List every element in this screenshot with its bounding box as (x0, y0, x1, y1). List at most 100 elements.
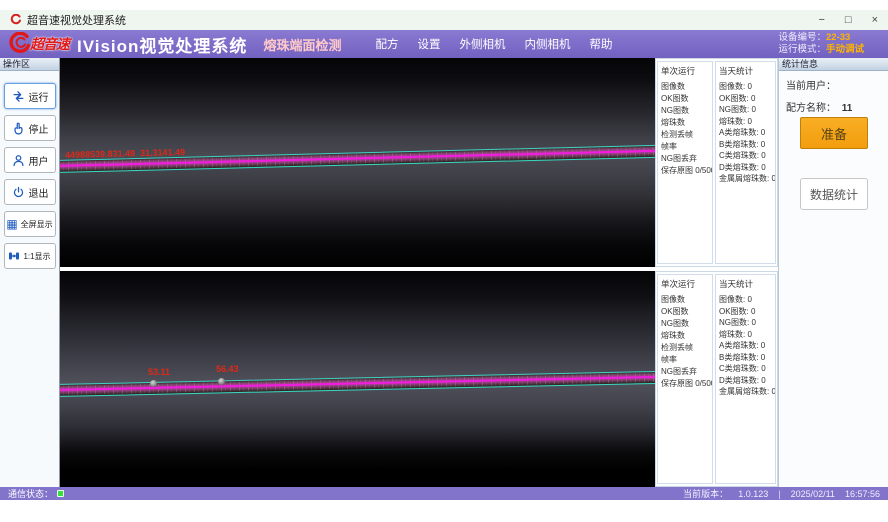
app-window: 超音速视觉处理系统 − □ × 超音速 IVision视觉处理系统 熔珠端面检测… (0, 0, 888, 522)
menu-item[interactable]: 内侧相机 (524, 36, 570, 52)
minimize-button[interactable]: − (818, 10, 824, 30)
stat-row: A类熔珠数: 0 (719, 127, 775, 139)
sidebar-title: 操作区 (0, 58, 59, 71)
single-run-groupbox: 单次运行 图像数OK图数NG图数熔珠数检测丢帧帧率NG图丢弃保存原图 0/500 (657, 61, 713, 264)
run-button[interactable]: 运行 (4, 83, 56, 109)
run-cycle-icon (11, 89, 26, 104)
app-title: IVision视觉处理系统 (77, 32, 247, 57)
brand-swirl-icon (8, 32, 32, 56)
user-button[interactable]: 用户 (4, 147, 56, 173)
groupbox-title: 单次运行 (661, 65, 712, 77)
menu-item[interactable]: 设置 (417, 36, 440, 52)
stat-row: OK图数 (661, 306, 712, 318)
comm-status-led (57, 490, 64, 497)
stat-row: NG图丢弃 (661, 153, 712, 165)
daily-stat-rows: 图像数: 0OK图数: 0NG图数: 0熔珠数: 0A类熔珠数: 0B类熔珠数:… (719, 294, 775, 398)
device-id-label: 设备编号： (778, 32, 826, 45)
stat-row: 熔珠数: 0 (719, 116, 775, 128)
daily-stats-groupbox: 当天统计 图像数: 0OK图数: 0NG图数: 0熔珠数: 0A类熔珠数: 0B… (715, 274, 776, 484)
current-user-label: 当前用户： (786, 81, 836, 92)
single-run-rows: 图像数OK图数NG图数熔珠数检测丢帧帧率NG图丢弃保存原图 0/500 (661, 294, 712, 390)
operation-sidebar: 操作区 运行 停止 (0, 58, 60, 487)
one-to-one-button-label: 1:1显示 (23, 251, 50, 262)
stat-row: OK图数: 0 (719, 93, 775, 105)
stat-row: B类熔珠数: 0 (719, 139, 775, 151)
stat-row: C类熔珠数: 0 (719, 363, 775, 375)
prepare-button[interactable]: 准备 (800, 117, 868, 149)
stats-panel-top: 单次运行 图像数OK图数NG图数熔珠数检测丢帧帧率NG图丢弃保存原图 0/500… (655, 58, 778, 267)
status-separator: | (778, 489, 780, 499)
header-info: 设备编号： 22-33 运行模式： 手动调试 (778, 32, 874, 57)
groupbox-title: 当天统计 (719, 278, 775, 290)
menu-item[interactable]: 帮助 (589, 36, 612, 52)
detected-bead (150, 380, 157, 387)
recipe-name-label: 配方名称： (786, 103, 836, 114)
stat-row: 帧率 (661, 354, 712, 366)
stat-row: 保存原图 0/500 (661, 165, 712, 177)
fullscreen-button[interactable]: ▦ 全屏显示 (4, 211, 56, 237)
groupbox-title: 当天统计 (719, 65, 775, 77)
stat-row: 检测丢帧 (661, 129, 712, 141)
user-icon (11, 153, 26, 168)
stat-row: OK图数 (661, 93, 712, 105)
stat-row: 金属屑熔珠数: 0 (719, 386, 775, 398)
app-header: 超音速 IVision视觉处理系统 熔珠端面检测 配方设置外侧相机内侧相机帮助 … (0, 30, 888, 58)
brand-logo: 超音速 (8, 32, 69, 56)
os-titlebar: 超音速视觉处理系统 − □ × (0, 10, 888, 30)
exit-button-label: 退出 (29, 185, 49, 200)
exit-button[interactable]: 退出 (4, 179, 56, 205)
run-mode-label: 运行模式： (778, 44, 826, 57)
stat-row: A类熔珠数: 0 (719, 340, 775, 352)
stat-row: 图像数 (661, 294, 712, 306)
stat-row: NG图数: 0 (719, 317, 775, 329)
bead-measurement-label: 53.11 (148, 367, 170, 377)
stop-button-label: 停止 (29, 121, 49, 136)
app-subtitle: 熔珠端面检测 (263, 35, 341, 54)
user-button-label: 用户 (29, 153, 49, 168)
comm-status-label: 通信状态： (8, 487, 53, 500)
one-to-one-icon (8, 250, 20, 262)
menu-item[interactable]: 配方 (375, 36, 398, 52)
menu-item[interactable]: 外侧相机 (459, 36, 505, 52)
detected-bead (218, 378, 225, 385)
run-button-label: 运行 (29, 89, 49, 104)
info-panel-title: 统计信息 (779, 58, 888, 71)
single-run-rows: 图像数OK图数NG图数熔珠数检测丢帧帧率NG图丢弃保存原图 0/500 (661, 81, 712, 177)
fullscreen-button-label: 全屏显示 (21, 219, 53, 230)
main-area: 操作区 运行 停止 (0, 58, 888, 487)
stat-row: 保存原图 0/500 (661, 378, 712, 390)
stat-row: D类熔珠数: 0 (719, 162, 775, 174)
stat-row: OK图数: 0 (719, 306, 775, 318)
stat-row: 图像数 (661, 81, 712, 93)
stats-panel-bottom: 单次运行 图像数OK图数NG图数熔珠数检测丢帧帧率NG图丢弃保存原图 0/500… (655, 271, 778, 487)
fullscreen-grid-icon: ▦ (6, 218, 17, 230)
single-run-groupbox: 单次运行 图像数OK图数NG图数熔珠数检测丢帧帧率NG图丢弃保存原图 0/500 (657, 274, 713, 484)
camera-views: 44988539.831.49 31.3141.49 53.11 56.43 (60, 58, 655, 487)
one-to-one-button[interactable]: 1:1显示 (4, 243, 56, 269)
stat-row: NG图数: 0 (719, 104, 775, 116)
camera-view-top: 44988539.831.49 31.3141.49 (60, 58, 655, 267)
run-mode-value: 手动调试 (826, 44, 874, 57)
status-bar-right: 当前版本： 1.0.123 | 2025/02/11 16:57:56 (683, 487, 880, 500)
app-favicon-icon (10, 14, 22, 26)
maximize-button[interactable]: □ (845, 10, 852, 30)
device-id-value: 22-33 (826, 32, 874, 45)
stat-row: 熔珠数 (661, 330, 712, 342)
stat-row: C类熔珠数: 0 (719, 150, 775, 162)
data-statistics-button[interactable]: 数据统计 (800, 178, 868, 210)
stat-row: 图像数: 0 (719, 294, 775, 306)
recipe-name-value: 11 (842, 103, 853, 114)
stat-row: 金属屑熔珠数: 0 (719, 173, 775, 185)
camera-view-bottom: 53.11 56.43 (60, 271, 655, 487)
groupbox-title: 单次运行 (661, 278, 712, 290)
power-icon (11, 185, 26, 200)
menu-bar: 配方 设置 外侧相机 内侧相机 帮助 (375, 36, 612, 52)
status-date: 2025/02/11 (791, 489, 835, 499)
daily-stats-groupbox: 当天统计 图像数: 0OK图数: 0NG图数: 0熔珠数: 0A类熔珠数: 0B… (715, 61, 776, 264)
bead-measurement-label: 56.43 (216, 364, 239, 374)
stop-button[interactable]: 停止 (4, 115, 56, 141)
stat-row: 熔珠数: 0 (719, 329, 775, 341)
stat-row: NG图数 (661, 318, 712, 330)
version-value: 1.0.123 (738, 489, 768, 499)
close-button[interactable]: × (872, 10, 878, 30)
